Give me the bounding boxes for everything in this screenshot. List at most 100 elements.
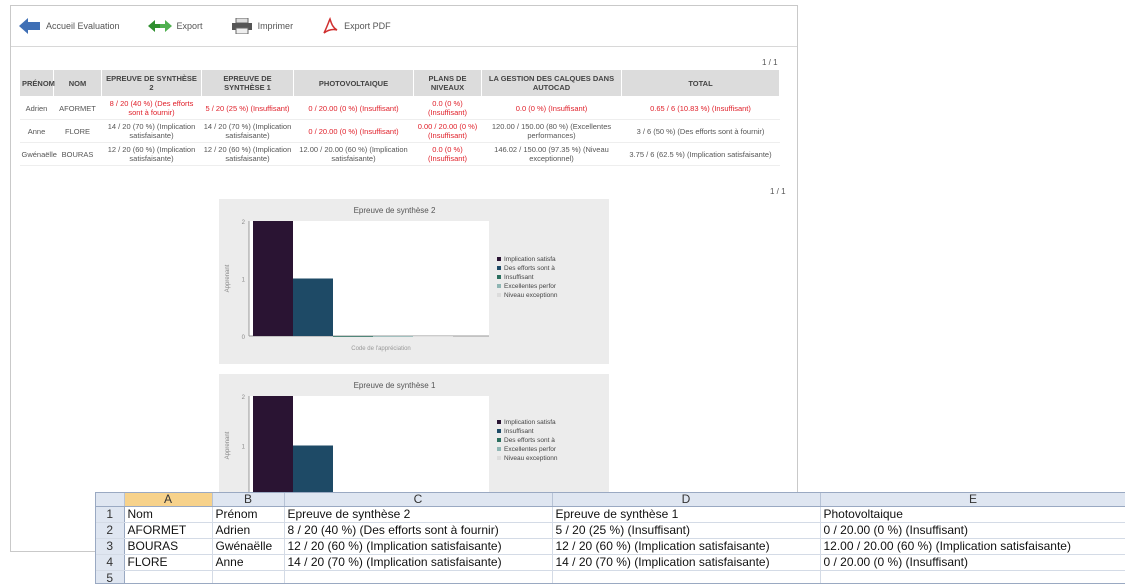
- table-row: Anne FLORE 14 / 20 (70 %) (Implication s…: [20, 120, 780, 143]
- legend-swatch: [497, 293, 501, 297]
- cell-nom: FLORE: [54, 120, 102, 143]
- legend-swatch: [497, 429, 501, 433]
- back-label: Accueil Evaluation: [46, 21, 120, 31]
- sheet-cell[interactable]: Photovoltaique: [820, 507, 1125, 523]
- y-tick-label: 0: [242, 335, 246, 341]
- chart-synthese-2: Epreuve de synthèse 2012ApprenantCode de…: [219, 199, 609, 364]
- col-header-plans-niveaux[interactable]: PLANS DE NIVEAUX: [414, 70, 482, 97]
- pdf-label: Export PDF: [344, 21, 391, 31]
- select-all-corner[interactable]: [96, 493, 124, 507]
- y-tick-label: 2: [242, 220, 246, 226]
- sheet-cell[interactable]: Anne: [212, 555, 284, 571]
- legend-swatch: [497, 438, 501, 442]
- cell-plans-niveaux: 0.00 / 20.00 (0 %) (Insuffisant): [414, 120, 482, 143]
- sheet-row: 3 BOURAS Gwénaëlle 12 / 20 (60 %) (Impli…: [96, 539, 1125, 555]
- spreadsheet: A B C D E 1 Nom Prénom Epreuve de synthè…: [95, 492, 1125, 584]
- cell-plans-niveaux: 0.0 (0 %) (Insuffisant): [414, 97, 482, 120]
- legend-swatch: [497, 275, 501, 279]
- row-header[interactable]: 2: [96, 523, 124, 539]
- sheet-cell[interactable]: [552, 571, 820, 584]
- cell-total: 3.75 / 6 (62.5 %) (Implication satisfais…: [622, 143, 780, 166]
- legend-swatch: [497, 447, 501, 451]
- sheet-cell[interactable]: [820, 571, 1125, 584]
- chart-synthese-1: Epreuve de synthèse 1012ApprenantImplica…: [219, 374, 609, 499]
- sheet-cell[interactable]: 0 / 20.00 (0 %) (Insuffisant): [820, 523, 1125, 539]
- sheet-cell[interactable]: Epreuve de synthèse 2: [284, 507, 552, 523]
- sheet-cell[interactable]: Gwénaëlle: [212, 539, 284, 555]
- chart-svg: Epreuve de synthèse 1012ApprenantImplica…: [219, 374, 609, 499]
- column-header-a[interactable]: A: [124, 493, 212, 507]
- legend-entry: Insuffisant: [504, 428, 534, 435]
- bar: [253, 221, 293, 336]
- column-header-d[interactable]: D: [552, 493, 820, 507]
- y-axis-label: Apprenant: [225, 264, 231, 292]
- cell-synthese-1: 14 / 20 (70 %) (Implication satisfaisant…: [202, 120, 294, 143]
- col-header-synthese-1[interactable]: EPREUVE DE SYNTHÈSE 1: [202, 70, 294, 97]
- sheet-cell[interactable]: [124, 571, 212, 584]
- legend-entry: Niveau exceptionn: [504, 292, 558, 299]
- column-header-e[interactable]: E: [820, 493, 1125, 507]
- sheet-cell[interactable]: AFORMET: [124, 523, 212, 539]
- column-header-c[interactable]: C: [284, 493, 552, 507]
- print-button[interactable]: Imprimer: [231, 18, 294, 34]
- cell-synthese-2: 12 / 20 (60 %) (Implication satisfaisant…: [102, 143, 202, 166]
- back-to-evaluation-button[interactable]: Accueil Evaluation: [19, 18, 120, 34]
- cell-photovoltaique: 0 / 20.00 (0 %) (Insuffisant): [294, 120, 414, 143]
- bar: [373, 336, 413, 337]
- row-header[interactable]: 1: [96, 507, 124, 523]
- evaluation-window: Accueil Evaluation Export Imprimer Expor…: [10, 5, 798, 552]
- col-header-nom[interactable]: NOM: [54, 70, 102, 97]
- cell-synthese-1: 5 / 20 (25 %) (Insuffisant): [202, 97, 294, 120]
- bar: [253, 396, 293, 495]
- sheet-cell[interactable]: [284, 571, 552, 584]
- sheet-cell[interactable]: 12 / 20 (60 %) (Implication satisfaisant…: [552, 539, 820, 555]
- bar: [293, 279, 333, 337]
- legend-entry: Insuffisant: [504, 274, 534, 281]
- back-arrow-icon: [19, 18, 41, 34]
- legend-swatch: [497, 266, 501, 270]
- cell-synthese-2: 14 / 20 (70 %) (Implication satisfaisant…: [102, 120, 202, 143]
- sheet-cell[interactable]: Epreuve de synthèse 1: [552, 507, 820, 523]
- column-header-b[interactable]: B: [212, 493, 284, 507]
- sheet-cell[interactable]: BOURAS: [124, 539, 212, 555]
- row-header[interactable]: 3: [96, 539, 124, 555]
- sheet-cell[interactable]: Nom: [124, 507, 212, 523]
- sheet-cell[interactable]: 0 / 20.00 (0 %) (Insuffisant): [820, 555, 1125, 571]
- cell-gestion-calques: 0.0 (0 %) (Insuffisant): [482, 97, 622, 120]
- row-header[interactable]: 4: [96, 555, 124, 571]
- y-tick-label: 2: [242, 395, 246, 401]
- toolbar: Accueil Evaluation Export Imprimer Expor…: [11, 6, 797, 47]
- table-row: Adrien AFORMET 8 / 20 (40 %) (Des effort…: [20, 97, 780, 120]
- cell-nom: AFORMET: [54, 97, 102, 120]
- sheet-cell[interactable]: 5 / 20 (25 %) (Insuffisant): [552, 523, 820, 539]
- col-header-prenom[interactable]: PRÉNOM: [20, 70, 54, 97]
- col-header-photovoltaique[interactable]: PHOTOVOLTAIQUE: [294, 70, 414, 97]
- sheet-cell[interactable]: 14 / 20 (70 %) (Implication satisfaisant…: [552, 555, 820, 571]
- sheet-cell[interactable]: 12.00 / 20.00 (60 %) (Implication satisf…: [820, 539, 1125, 555]
- cell-prenom: Anne: [20, 120, 54, 143]
- sheet-cell[interactable]: 14 / 20 (70 %) (Implication satisfaisant…: [284, 555, 552, 571]
- col-header-total[interactable]: TOTAL: [622, 70, 780, 97]
- printer-icon: [231, 18, 253, 34]
- chart-title: Epreuve de synthèse 1: [354, 381, 436, 390]
- cell-synthese-2: 8 / 20 (40 %) (Des efforts sont à fourni…: [102, 97, 202, 120]
- col-header-synthese-2[interactable]: EPREUVE DE SYNTHÈSE 2: [102, 70, 202, 97]
- legend-entry: Implication satisfa: [504, 256, 556, 263]
- sheet-cell[interactable]: [212, 571, 284, 584]
- pager-bottom: 1 / 1: [770, 187, 786, 196]
- cell-total: 3 / 6 (50 %) (Des efforts sont à fournir…: [622, 120, 780, 143]
- sheet-cell[interactable]: 12 / 20 (60 %) (Implication satisfaisant…: [284, 539, 552, 555]
- sheet-cell[interactable]: Prénom: [212, 507, 284, 523]
- sheet-cell[interactable]: FLORE: [124, 555, 212, 571]
- pdf-icon: [321, 17, 339, 35]
- col-header-gestion-calques[interactable]: LA GESTION DES CALQUES DANS AUTOCAD: [482, 70, 622, 97]
- sheet-cell[interactable]: Adrien: [212, 523, 284, 539]
- sheet-cell[interactable]: 8 / 20 (40 %) (Des efforts sont à fourni…: [284, 523, 552, 539]
- legend-swatch: [497, 420, 501, 424]
- row-header[interactable]: 5: [96, 571, 124, 584]
- legend-swatch: [497, 284, 501, 288]
- cell-nom: BOURAS: [54, 143, 102, 166]
- export-pdf-button[interactable]: Export PDF: [321, 17, 391, 35]
- export-button[interactable]: Export: [148, 18, 203, 34]
- legend-entry: Des efforts sont à: [504, 265, 555, 272]
